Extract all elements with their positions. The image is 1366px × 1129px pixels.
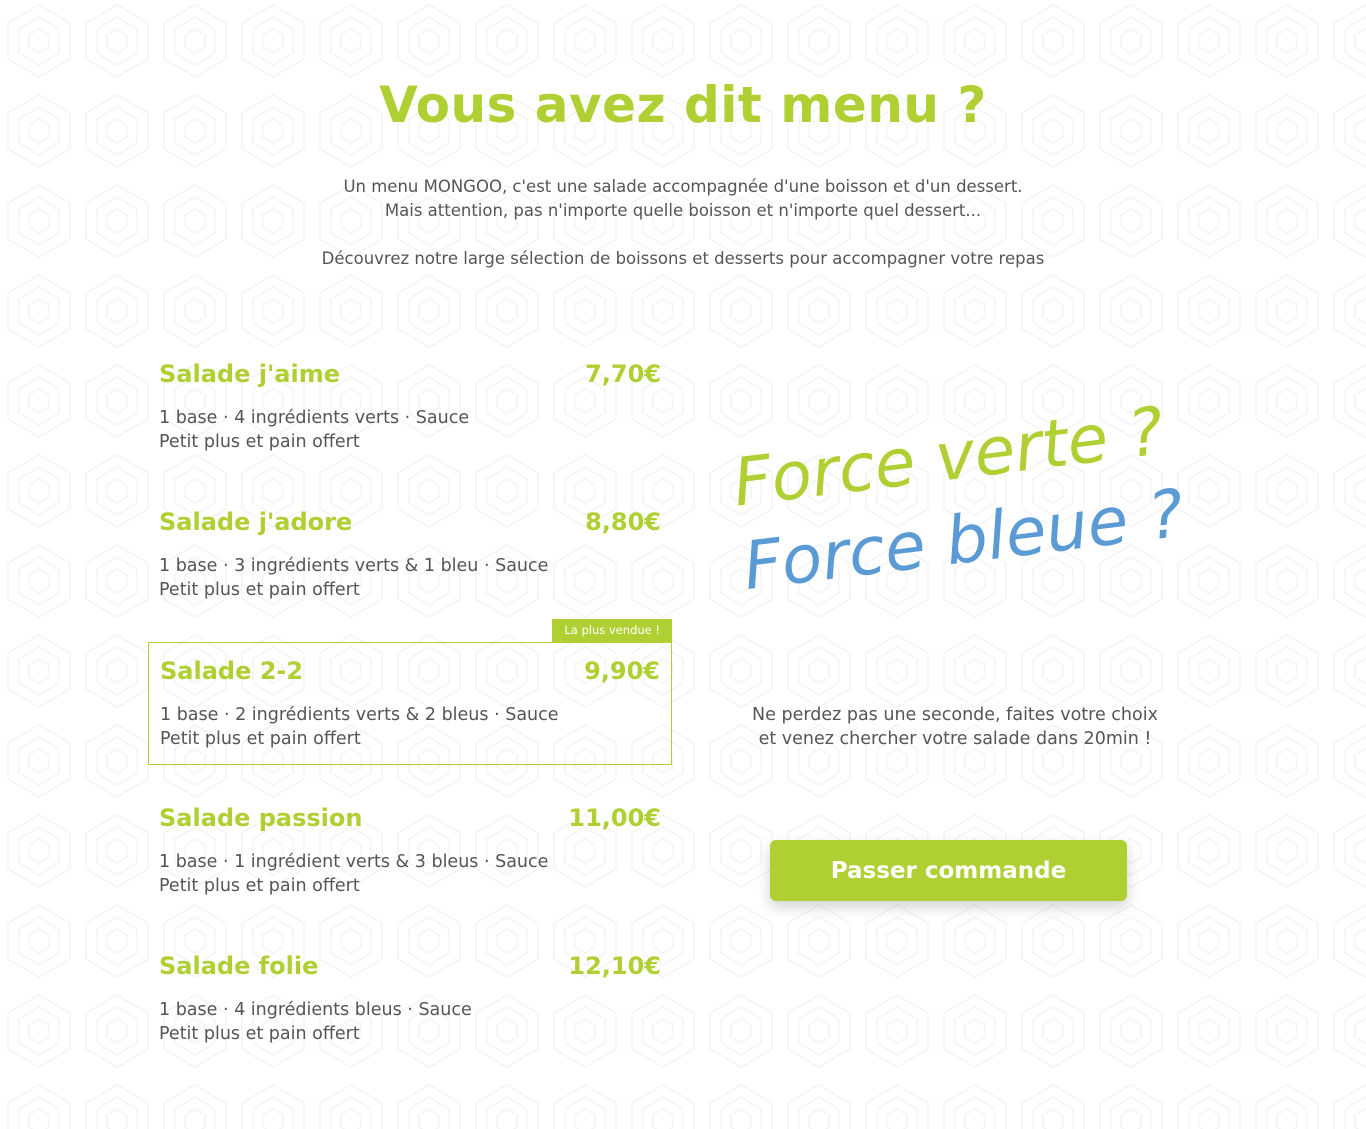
page-title: Vous avez dit menu ? [379, 76, 987, 134]
cta-line-1: Ne perdez pas une seconde, faites votre … [752, 705, 1158, 725]
cta-line-2: et venez chercher votre salade dans 20mi… [758, 729, 1152, 749]
menu-item-name: Salade j'aime [159, 360, 340, 388]
intro-line-1: Un menu MONGOO, c'est une salade accompa… [343, 177, 1023, 196]
menu-item-desc-line: 1 base · 3 ingrédients verts & 1 bleu · … [159, 556, 549, 576]
menu-item-desc-line: Petit plus et pain offert [159, 580, 360, 600]
menu-item-description: 1 base · 1 ingrédient verts & 3 bleus · … [159, 850, 548, 898]
best-seller-badge: La plus vendue ! [552, 619, 672, 642]
menu-item-name: Salade j'adore [159, 508, 353, 536]
menu-item-desc-line: 1 base · 4 ingrédients verts · Sauce [159, 408, 470, 428]
cta-message: Ne perdez pas une seconde, faites votre … [700, 703, 1210, 751]
force-tagline: Force verte ? Force bleue ? [715, 375, 1197, 639]
menu-item-price: 11,00€ [568, 804, 661, 832]
menu-item-desc-line: Petit plus et pain offert [159, 1024, 360, 1044]
menu-item-desc-line: 1 base · 4 ingrédients bleus · Sauce [159, 1000, 472, 1020]
menu-item-description: 1 base · 3 ingrédients verts & 1 bleu · … [159, 554, 548, 602]
menu-page: Vous avez dit menu ? Un menu MONGOO, c'e… [0, 0, 1366, 1129]
intro-line-3: Découvrez notre large sélection de boiss… [321, 249, 1045, 268]
menu-item-desc-line: 1 base · 1 ingrédient verts & 3 bleus · … [159, 852, 549, 872]
menu-item-desc-line: 1 base · 2 ingrédients verts & 2 bleus ·… [160, 705, 559, 725]
menu-item: Salade j'adore 8,80€ 1 base · 3 ingrédie… [148, 494, 672, 617]
menu-item: Salade folie 12,10€ 1 base · 4 ingrédien… [148, 938, 672, 1061]
menu-item-desc-line: Petit plus et pain offert [159, 876, 360, 896]
menu-item-name: Salade 2-2 [160, 657, 304, 685]
menu-item: Salade j'aime 7,70€ 1 base · 4 ingrédien… [148, 346, 672, 469]
menu-item-description: 1 base · 2 ingrédients verts & 2 bleus ·… [160, 703, 559, 751]
intro-text: Un menu MONGOO, c'est une salade accompa… [0, 175, 1366, 271]
menu-item-price: 12,10€ [568, 952, 661, 980]
order-button[interactable]: Passer commande [770, 840, 1127, 901]
menu-item-price: 7,70€ [585, 360, 661, 388]
menu-item-name: Salade folie [159, 952, 319, 980]
menu-item-desc-line: Petit plus et pain offert [160, 729, 361, 749]
menu-item-price: 9,90€ [584, 657, 660, 685]
intro-line-2: Mais attention, pas n'importe quelle boi… [384, 201, 982, 220]
menu-item-name: Salade passion [159, 804, 363, 832]
menu-item-featured: La plus vendue ! Salade 2-2 9,90€ 1 base… [148, 619, 672, 765]
menu-item: Salade passion 11,00€ 1 base · 1 ingrédi… [148, 790, 672, 913]
menu-item-description: 1 base · 4 ingrédients verts · Sauce Pet… [159, 406, 469, 454]
menu-item-description: 1 base · 4 ingrédients bleus · Sauce Pet… [159, 998, 472, 1046]
menu-item-price: 8,80€ [585, 508, 661, 536]
menu-item-desc-line: Petit plus et pain offert [159, 432, 360, 452]
